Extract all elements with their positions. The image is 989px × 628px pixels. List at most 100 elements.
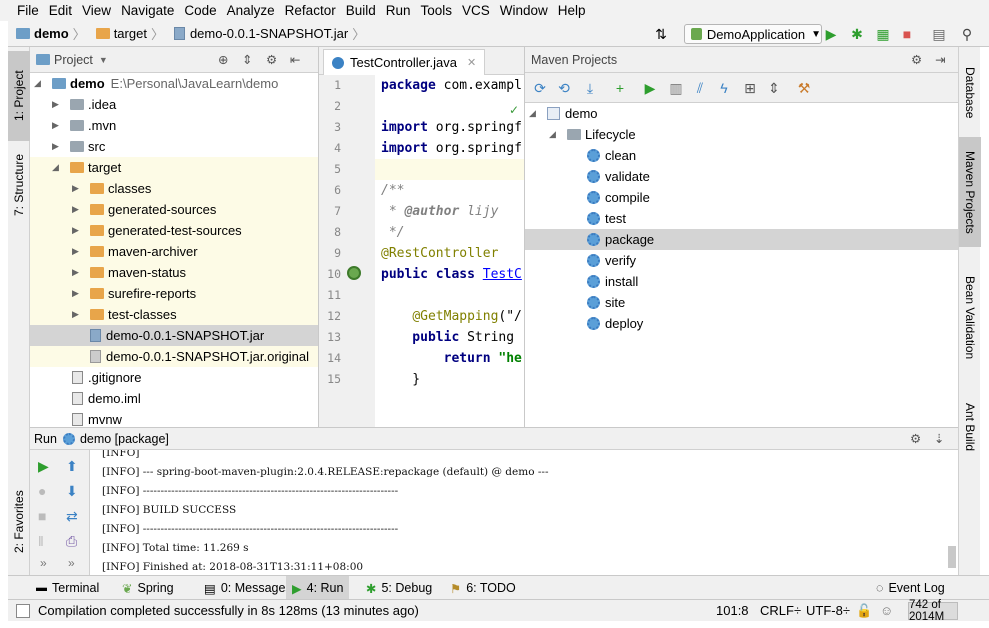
menu-build[interactable]: Build bbox=[341, 0, 381, 21]
menu-refactor[interactable]: Refactor bbox=[280, 0, 341, 21]
tree-root[interactable]: ◢ demo E:\Personal\JavaLearn\demo bbox=[34, 73, 278, 94]
target-icon[interactable]: ⊕ bbox=[218, 52, 228, 67]
breadcrumb-folder[interactable]: target 〉 bbox=[93, 24, 171, 43]
menu-help[interactable]: Help bbox=[553, 0, 591, 21]
tree-item-jar-original[interactable]: demo-0.0.1-SNAPSHOT.jar.original bbox=[90, 346, 309, 367]
reimport-icon[interactable]: ⟳ bbox=[531, 79, 549, 97]
gear-icon[interactable]: ⚙ bbox=[266, 52, 277, 67]
debug-icon[interactable]: ✱ bbox=[848, 25, 866, 43]
tab-structure[interactable]: 7: Structure bbox=[8, 145, 30, 225]
tree-item-idea[interactable]: ▶ .idea bbox=[52, 94, 116, 115]
menu-code[interactable]: Code bbox=[179, 0, 221, 21]
hide-icon[interactable]: ⇤ bbox=[290, 52, 300, 67]
collapse-icon[interactable]: ⇕ bbox=[242, 52, 252, 67]
goal-verify[interactable]: verify bbox=[587, 250, 636, 271]
code-line-15[interactable]: } bbox=[381, 369, 420, 390]
tab-event-log[interactable]: ◌ Event Log bbox=[870, 576, 951, 600]
tree-item-surefire-reports[interactable]: ▶ surefire-reports bbox=[72, 283, 196, 304]
tab-spring[interactable]: ❦ Spring bbox=[116, 576, 180, 600]
code-line-12[interactable]: @GetMapping("/ bbox=[381, 306, 522, 327]
project-panel-title[interactable]: Project bbox=[54, 53, 93, 67]
goal-site[interactable]: site bbox=[587, 292, 625, 313]
tree-item-demo-iml[interactable]: demo.iml bbox=[72, 388, 141, 409]
tab-testcontroller[interactable]: TestController.java ✕ bbox=[323, 49, 486, 75]
run-config-tab[interactable]: demo [package] bbox=[80, 432, 169, 446]
breadcrumb-root[interactable]: demo 〉 bbox=[8, 24, 93, 43]
menu-run[interactable]: Run bbox=[381, 0, 416, 21]
breadcrumb-file[interactable]: demo-0.0.1-SNAPSHOT.jar 〉 bbox=[171, 24, 372, 43]
goal-install[interactable]: install bbox=[587, 271, 638, 292]
toggle-offline-icon[interactable]: ⫽ bbox=[691, 79, 709, 97]
goal-clean[interactable]: clean bbox=[587, 145, 636, 166]
goal-compile[interactable]: compile bbox=[587, 187, 650, 208]
run-configuration-icon[interactable]: ▥ bbox=[667, 79, 685, 97]
file-encoding[interactable]: UTF-8÷ bbox=[806, 600, 850, 622]
close-icon[interactable]: ✕ bbox=[467, 56, 476, 69]
menu-navigate[interactable]: Navigate bbox=[116, 0, 179, 21]
run-icon[interactable]: ▶ bbox=[822, 25, 840, 43]
hide-icon[interactable]: ⇣ bbox=[934, 431, 944, 446]
search-icon[interactable]: ⚲ bbox=[958, 25, 976, 43]
code-line-9[interactable]: @RestController bbox=[381, 243, 498, 264]
tab-favorites[interactable]: 2: Favorites bbox=[8, 477, 30, 567]
goal-test[interactable]: test bbox=[587, 208, 626, 229]
add-icon[interactable]: + bbox=[611, 79, 629, 97]
maven-root[interactable]: ◢ demo bbox=[529, 103, 598, 124]
goal-validate[interactable]: validate bbox=[587, 166, 650, 187]
tab-ant-build[interactable]: Ant Build bbox=[959, 387, 981, 467]
gear-icon[interactable]: ⚙ bbox=[910, 431, 921, 446]
tree-item-src[interactable]: ▶ src bbox=[52, 136, 105, 157]
code-line-7[interactable]: * @author lijy bbox=[381, 201, 499, 222]
menu-tools[interactable]: Tools bbox=[416, 0, 458, 21]
tree-item-mvn[interactable]: ▶ .mvn bbox=[52, 115, 116, 136]
code-line-6[interactable]: /** bbox=[381, 180, 404, 201]
tree-item-generated-sources[interactable]: ▶ generated-sources bbox=[72, 199, 216, 220]
run-goal-icon[interactable]: ▶ bbox=[641, 79, 659, 97]
tab-bean-validation[interactable]: Bean Validation bbox=[959, 263, 981, 373]
sort-icon[interactable]: ⇅ bbox=[652, 25, 670, 43]
code-line-8[interactable]: */ bbox=[381, 222, 405, 243]
menu-edit[interactable]: Edit bbox=[44, 0, 77, 21]
tab-terminal[interactable]: ▬ Terminal bbox=[30, 576, 105, 600]
tab-messages[interactable]: ▤ 0: Messages bbox=[198, 576, 298, 600]
tab-project[interactable]: 1: Project bbox=[8, 51, 30, 141]
menu-view[interactable]: View bbox=[77, 0, 116, 21]
goal-package[interactable]: package bbox=[587, 229, 654, 250]
tab-todo[interactable]: ⚑ 6: TODO bbox=[444, 576, 522, 600]
gear-icon[interactable]: ⚙ bbox=[911, 52, 922, 67]
tab-maven-projects[interactable]: Maven Projects bbox=[959, 137, 981, 247]
code-line-13[interactable]: public String bbox=[381, 327, 522, 348]
tab-database[interactable]: Database bbox=[959, 53, 981, 133]
line-separator[interactable]: CRLF÷ bbox=[760, 600, 801, 622]
tree-item-generated-test-sources[interactable]: ▶ generated-test-sources bbox=[72, 220, 242, 241]
tree-item-mvnw[interactable]: mvnw bbox=[72, 409, 122, 427]
goal-deploy[interactable]: deploy bbox=[587, 313, 643, 334]
menu-window[interactable]: Window bbox=[495, 0, 553, 21]
code-line-14[interactable]: return "he bbox=[381, 348, 522, 369]
scrollbar-thumb[interactable] bbox=[948, 546, 956, 568]
menu-vcs[interactable]: VCS bbox=[457, 0, 495, 21]
generate-sources-icon[interactable]: ⟲ bbox=[555, 79, 573, 97]
tree-item-target[interactable]: ◢ target bbox=[52, 157, 121, 178]
show-dependencies-icon[interactable]: ⊞ bbox=[741, 79, 759, 97]
coverage-icon[interactable]: ▦ bbox=[874, 25, 892, 43]
lock-icon[interactable]: 🔓 bbox=[856, 600, 872, 622]
hide-icon[interactable]: ⇥ bbox=[935, 52, 945, 67]
maven-lifecycle[interactable]: ◢ Lifecycle bbox=[549, 124, 636, 145]
tree-item-maven-archiver[interactable]: ▶ maven-archiver bbox=[72, 241, 198, 262]
status-message[interactable]: Compilation completed successfully in 8s… bbox=[38, 600, 419, 622]
memory-indicator[interactable]: 742 of 2014M bbox=[908, 599, 958, 623]
menu-file[interactable]: File bbox=[12, 0, 44, 21]
tree-item-classes[interactable]: ▶ classes bbox=[72, 178, 151, 199]
project-structure-icon[interactable]: ▤ bbox=[930, 25, 948, 43]
stop-icon[interactable]: ■ bbox=[898, 25, 916, 43]
tree-item-jar[interactable]: demo-0.0.1-SNAPSHOT.jar bbox=[90, 325, 264, 346]
inspector-icon[interactable]: ☺ bbox=[880, 600, 893, 622]
skip-tests-icon[interactable]: ϟ bbox=[715, 79, 733, 97]
tree-item-gitignore[interactable]: .gitignore bbox=[72, 367, 141, 388]
collapse-all-icon[interactable]: ⇕ bbox=[765, 79, 783, 97]
code-line-3[interactable]: import org.springf bbox=[381, 117, 522, 138]
menu-analyze[interactable]: Analyze bbox=[222, 0, 280, 21]
tab-run[interactable]: ▶ 4: Run bbox=[286, 576, 350, 600]
code-line-1[interactable]: package com.exampl bbox=[381, 75, 522, 96]
